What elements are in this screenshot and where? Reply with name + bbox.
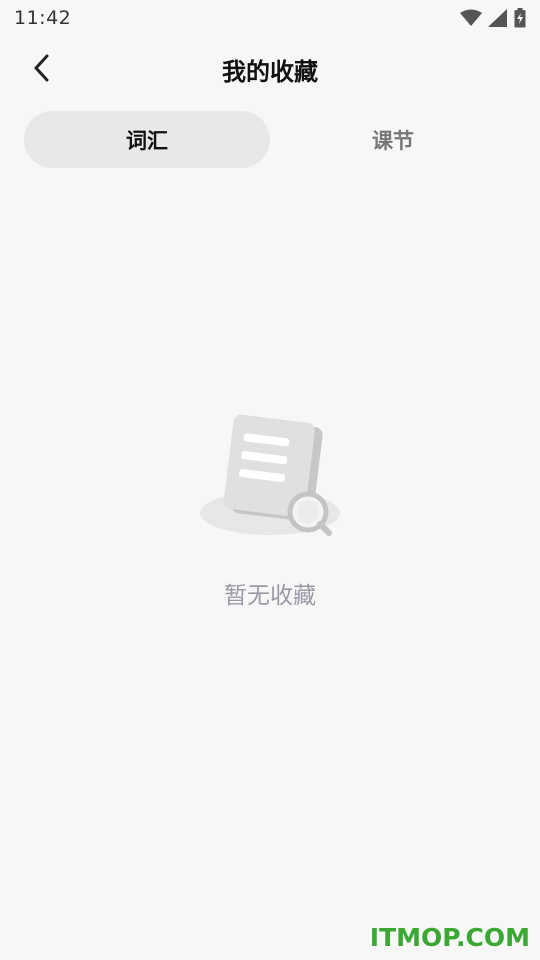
page-title: 我的收藏 bbox=[222, 58, 318, 86]
status-bar: 11:42 bbox=[0, 0, 540, 36]
tab-label: 词汇 bbox=[126, 128, 168, 153]
watermark: ITMOP.COM bbox=[369, 923, 530, 952]
status-time: 11:42 bbox=[14, 7, 72, 29]
tab-lessons[interactable]: 课节 bbox=[270, 111, 516, 168]
signal-icon bbox=[488, 9, 507, 27]
tab-vocabulary[interactable]: 词汇 bbox=[24, 111, 270, 168]
empty-document-search-icon bbox=[200, 414, 340, 536]
screen: 11:42 我的收藏 词汇 课节 暂无收藏 ITMOP.COM bbox=[0, 0, 540, 960]
tab-label: 课节 bbox=[372, 128, 414, 153]
top-bar: 我的收藏 bbox=[0, 40, 540, 96]
tab-bar: 词汇 课节 bbox=[24, 111, 516, 168]
empty-state-message: 暂无收藏 bbox=[224, 583, 316, 609]
battery-charging-icon bbox=[514, 8, 526, 28]
wifi-icon bbox=[460, 9, 482, 26]
status-icons bbox=[460, 8, 526, 28]
